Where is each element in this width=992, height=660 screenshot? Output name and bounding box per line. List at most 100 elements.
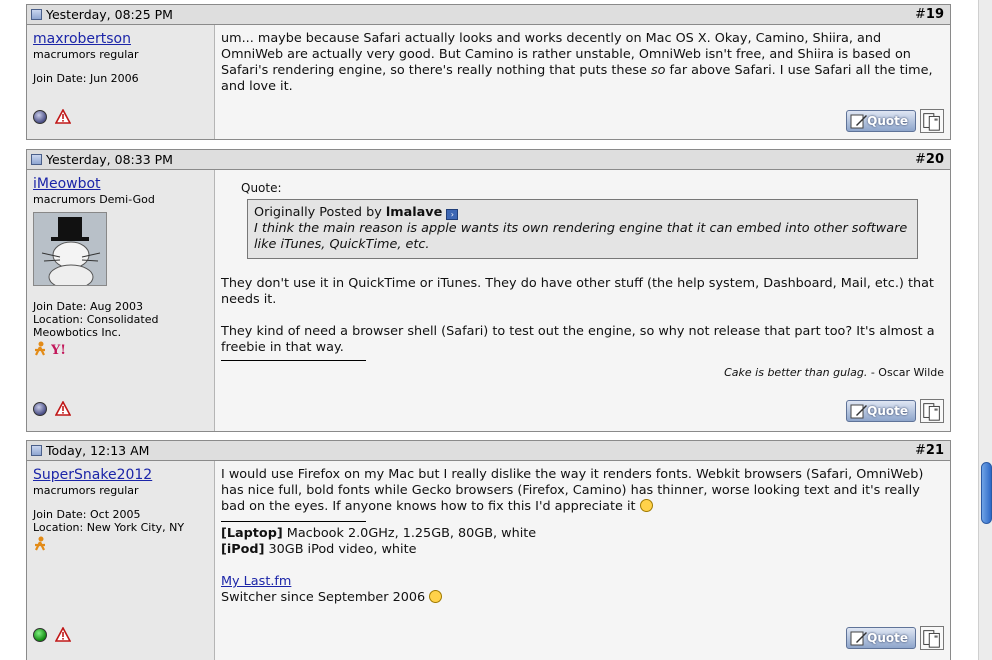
username-link[interactable]: iMeowbot [33,176,101,192]
multiquote-icon[interactable]: " [920,626,944,650]
goto-post-icon[interactable]: › [446,209,459,220]
location-line1: Location: Consolidated [33,313,159,326]
post-number[interactable]: #20 [915,152,944,167]
signature-laptop: [Laptop] Macbook 2.0GHz, 1.25GB, 80GB, w… [221,526,944,542]
user-title: macrumors regular [33,484,139,497]
quote-button[interactable]: Quote [846,627,916,649]
post-icon [31,9,42,20]
report-icon[interactable] [55,627,71,642]
user-info: maxrobertson macrumors regular Join Date… [27,25,215,139]
signature-divider [221,521,366,522]
message-para-1: They don't use it in QuickTime or iTunes… [221,276,934,307]
signature-ipod-label: [iPod] [221,542,265,557]
badge-icon: Y! [51,343,65,356]
svg-text:": " [934,117,938,127]
post-date: Yesterday, 08:25 PM [46,7,173,22]
status-offline-icon[interactable] [33,109,47,124]
post-number-value: 19 [925,7,944,22]
post-header: Yesterday, 08:25 PM #19 [27,5,950,25]
post-date: Yesterday, 08:33 PM [46,152,173,167]
post-message: um... maybe because Safari actually look… [215,25,950,139]
post-number-value: 21 [925,443,944,458]
join-date: Join Date: Aug 2003 [33,300,143,313]
status-icons [33,627,71,642]
quote-originally: Originally Posted by [254,205,386,220]
signature-ipod-text: 30GB iPod video, white [264,542,417,557]
cool-smiley-icon [429,590,443,603]
report-icon[interactable] [55,401,71,416]
post-number-hash: # [915,443,926,458]
post-icon [31,154,42,165]
user-title: macrumors regular [33,48,139,61]
post-message: I would use Firefox on my Mac but I real… [215,461,950,660]
post-19: Yesterday, 08:25 PM #19 maxrobertson mac… [26,4,951,140]
message-para-2: They kind of need a browser shell (Safar… [221,324,935,355]
signature-divider [221,360,366,361]
post-icon [31,445,42,456]
lastfm-link[interactable]: My Last.fm [221,574,291,589]
badge-icon [35,536,45,551]
svg-text:": " [934,634,938,644]
quote-button-label: Quote [867,404,908,418]
message-text: I would use Firefox on my Mac but I real… [221,467,924,514]
quote-pen-icon [850,631,867,646]
post-actions: Quote " [846,626,944,650]
quote-button[interactable]: Quote [846,110,916,132]
location: Location: New York City, NY [33,521,185,534]
post-number-value: 20 [925,152,944,167]
post-20: Yesterday, 08:33 PM #20 iMeowbot macrumo… [26,149,951,432]
username-link[interactable]: maxrobertson [33,31,131,47]
multiquote-icon[interactable]: " [920,399,944,423]
scrollbar[interactable] [978,0,992,660]
quote-pen-icon [850,404,867,419]
status-online-icon[interactable] [33,627,47,642]
quote-attribution: Originally Posted by lmalave › [254,205,911,221]
quote-button-label: Quote [867,114,908,128]
location-line2: Meowbotics Inc. [33,326,122,339]
message-emphasis: so [650,63,666,78]
post-actions: Quote " [846,399,944,423]
post-date-wrap: Today, 12:13 AM [31,443,149,458]
post-number[interactable]: #19 [915,7,944,22]
signature-ipod: [iPod] 30GB iPod video, white [221,542,944,558]
avatar[interactable] [33,212,107,286]
join-date: Join Date: Jun 2006 [33,72,139,85]
post-date-wrap: Yesterday, 08:33 PM [31,152,173,167]
status-offline-icon[interactable] [33,401,47,416]
status-icons [33,109,71,124]
quote-pen-icon [850,114,867,129]
post-body: SuperSnake2012 macrumors regular Join Da… [27,461,950,660]
signature-switcher: Switcher since September 2006 [221,590,426,605]
quote-button-label: Quote [867,631,908,645]
user-info: SuperSnake2012 macrumors regular Join Da… [27,461,215,660]
report-icon[interactable] [55,109,71,124]
user-title: macrumors Demi-God [33,193,155,206]
signature-quote: Cake is better than gulag. [724,366,868,379]
scroll-thumb[interactable] [981,462,992,524]
quote-text: I think the main reason is apple wants i… [254,221,908,252]
post-header: Yesterday, 08:33 PM #20 [27,150,950,170]
status-icons [33,401,71,416]
post-21: Today, 12:13 AM #21 SuperSnake2012 macru… [26,440,951,660]
quote-box: Originally Posted by lmalave › I think t… [247,199,918,259]
post-actions: Quote " [846,109,944,133]
post-body: iMeowbot macrumors Demi-God Join Date: A… [27,170,950,431]
quote-button[interactable]: Quote [846,400,916,422]
post-number[interactable]: #21 [915,443,944,458]
user-info: iMeowbot macrumors Demi-God Join Date: A… [27,170,215,431]
smiley-icon [639,499,653,512]
post-date: Today, 12:13 AM [46,443,150,458]
join-date: Join Date: Oct 2005 [33,508,141,521]
svg-text:Y!: Y! [51,343,65,356]
signature-laptop-label: [Laptop] [221,526,283,541]
post-number-hash: # [915,7,926,22]
post-body: maxrobertson macrumors regular Join Date… [27,25,950,139]
signature: Cake is better than gulag. - Oscar Wilde [221,365,944,381]
svg-text:": " [934,407,938,417]
multiquote-icon[interactable]: " [920,109,944,133]
username-link[interactable]: SuperSnake2012 [33,467,152,483]
signature-author: - Oscar Wilde [867,366,944,379]
post-number-hash: # [915,152,926,167]
avatar-image [34,213,106,285]
post-date-wrap: Yesterday, 08:25 PM [31,7,173,22]
